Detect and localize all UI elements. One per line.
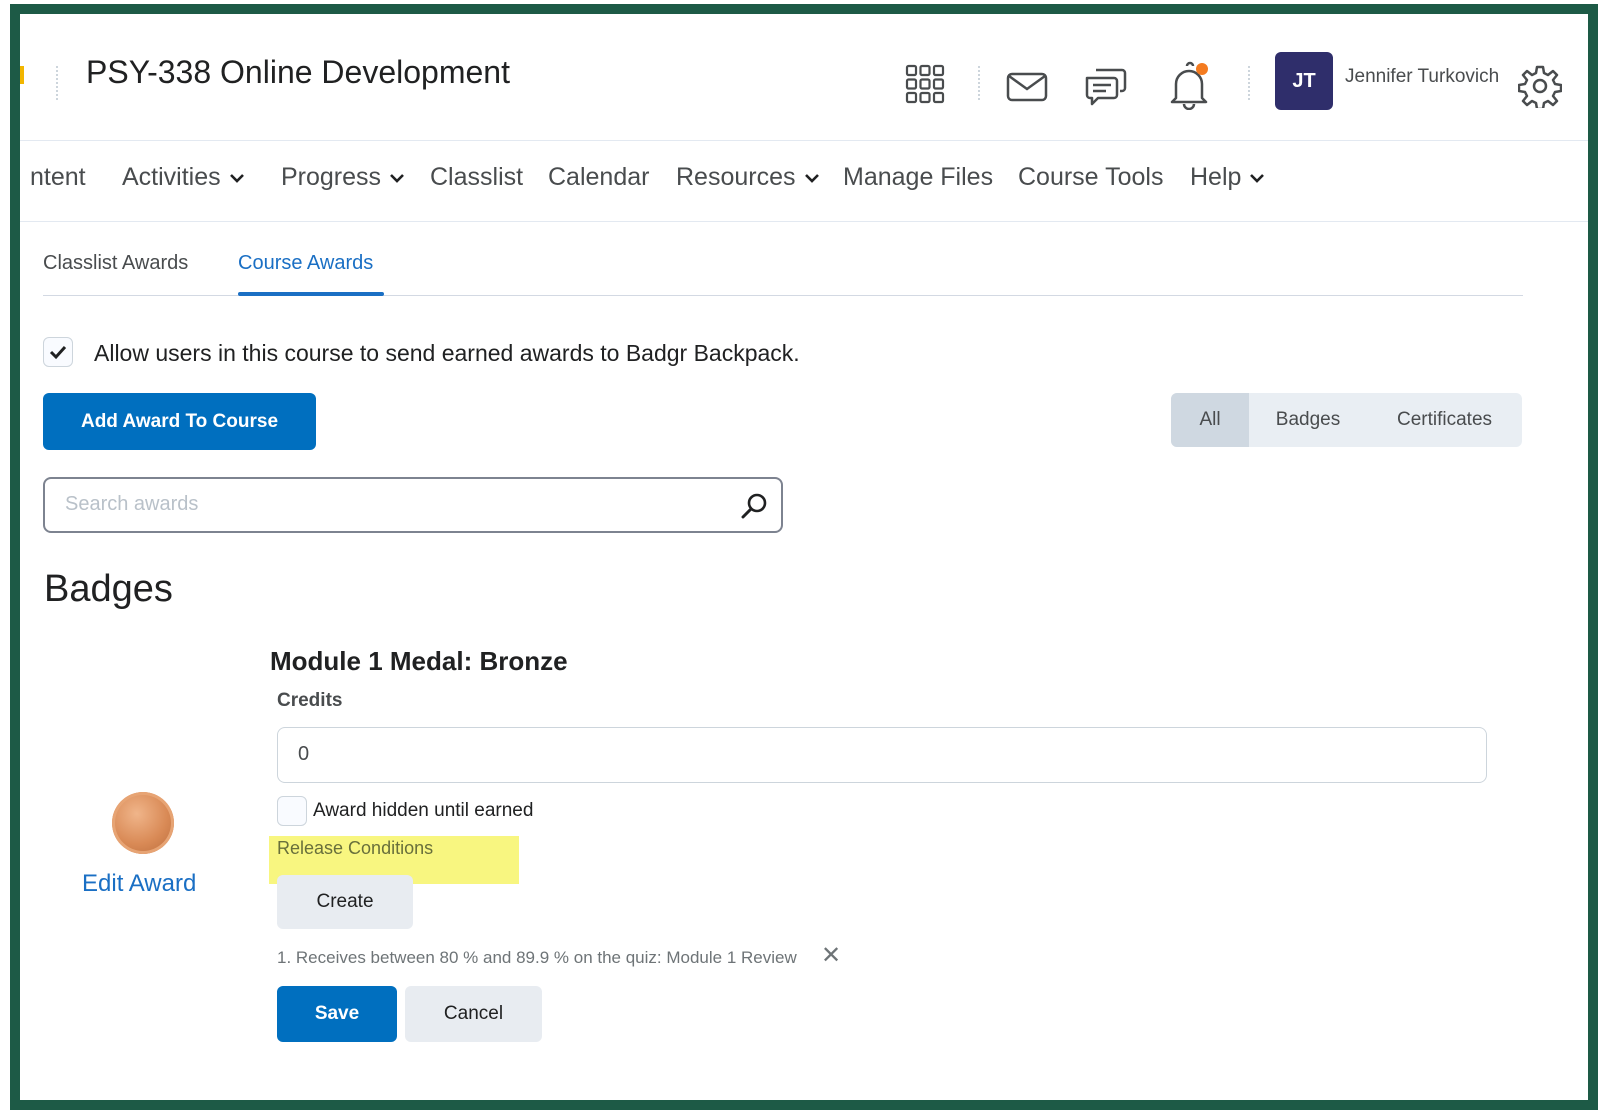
screenshot-frame: PSY-338 Online Development JT Jennifer T… <box>10 4 1598 1110</box>
tab-classlist-awards[interactable]: Classlist Awards <box>43 252 188 275</box>
nav-label: ntent <box>30 163 86 191</box>
credits-input[interactable]: 0 <box>277 727 1487 783</box>
avatar[interactable]: JT <box>1275 52 1333 110</box>
nav-item-activities[interactable]: Activities <box>122 163 245 192</box>
nav-label: Classlist <box>430 163 524 191</box>
course-title[interactable]: PSY-338 Online Development <box>86 54 510 91</box>
nav-item-content[interactable]: ntent <box>30 163 86 192</box>
mail-icon[interactable] <box>1006 72 1048 102</box>
top-header: PSY-338 Online Development JT Jennifer T… <box>20 14 1588 141</box>
search-placeholder: Search awards <box>65 493 199 515</box>
nav-label: Help <box>1190 163 1242 191</box>
nav-label: Progress <box>281 163 382 191</box>
tab-course-awards[interactable]: Course Awards <box>238 252 373 275</box>
filter-certificates[interactable]: Certificates <box>1367 393 1522 447</box>
nav-label: Manage Files <box>843 163 994 191</box>
create-condition-button[interactable]: Create <box>277 875 413 929</box>
nav-item-help[interactable]: Help <box>1190 163 1265 192</box>
chevron-down-icon <box>804 173 819 183</box>
bronze-medal-image <box>112 792 174 854</box>
badgr-checkbox-label: Allow users in this course to send earne… <box>94 340 800 366</box>
chevron-down-icon <box>1250 173 1265 183</box>
chat-icon[interactable] <box>1084 64 1128 108</box>
nav-item-classlist[interactable]: Classlist <box>430 163 523 192</box>
active-tab-indicator <box>238 292 384 296</box>
nav-item-manage-files[interactable]: Manage Files <box>843 163 993 192</box>
filter-all[interactable]: All <box>1171 393 1249 447</box>
release-condition-item: 1. Receives between 80 % and 89.9 % on t… <box>277 948 797 967</box>
header-divider <box>56 66 58 100</box>
header-divider <box>1248 66 1250 100</box>
notification-dot <box>1196 63 1208 75</box>
chevron-down-icon <box>390 173 404 183</box>
nav-label: Course Tools <box>1018 163 1164 191</box>
check-icon <box>49 345 67 360</box>
badgr-checkbox[interactable] <box>43 337 73 367</box>
grid-icon[interactable] <box>905 64 945 104</box>
header-divider <box>978 66 980 100</box>
nav-item-course-tools[interactable]: Course Tools <box>1018 163 1163 192</box>
chevron-down-icon <box>229 173 244 183</box>
save-button[interactable]: Save <box>277 986 397 1042</box>
bell-icon[interactable] <box>1166 60 1212 110</box>
award-hidden-checkbox[interactable] <box>277 796 307 826</box>
award-type-filter: All Badges Certificates <box>1171 393 1522 447</box>
nav-item-calendar[interactable]: Calendar <box>548 163 649 192</box>
user-name[interactable]: Jennifer Turkovich <box>1345 66 1499 88</box>
award-title: Module 1 Medal: Bronze <box>270 646 568 676</box>
credits-value: 0 <box>298 743 310 765</box>
nav-label: Activities <box>122 163 221 191</box>
course-navbar: ntent Activities Progress Classlist Cale… <box>20 141 1588 222</box>
nav-item-progress[interactable]: Progress <box>281 163 405 192</box>
add-award-button[interactable]: Add Award To Course <box>43 393 316 450</box>
edit-award-link[interactable]: Edit Award <box>82 870 196 898</box>
search-input[interactable]: Search awards <box>43 477 783 533</box>
release-conditions-label: Release Conditions <box>277 838 434 858</box>
section-title: Badges <box>44 568 173 610</box>
nav-label: Resources <box>676 163 796 191</box>
search-icon[interactable] <box>739 491 769 521</box>
filter-badges[interactable]: Badges <box>1249 393 1367 447</box>
award-hidden-label: Award hidden until earned <box>313 800 534 821</box>
cancel-button[interactable]: Cancel <box>405 986 542 1042</box>
credits-label: Credits <box>277 690 343 711</box>
remove-condition-icon[interactable]: ✕ <box>821 941 841 970</box>
nav-item-resources[interactable]: Resources <box>676 163 820 192</box>
nav-label: Calendar <box>548 163 650 191</box>
gear-icon[interactable] <box>1518 64 1562 108</box>
